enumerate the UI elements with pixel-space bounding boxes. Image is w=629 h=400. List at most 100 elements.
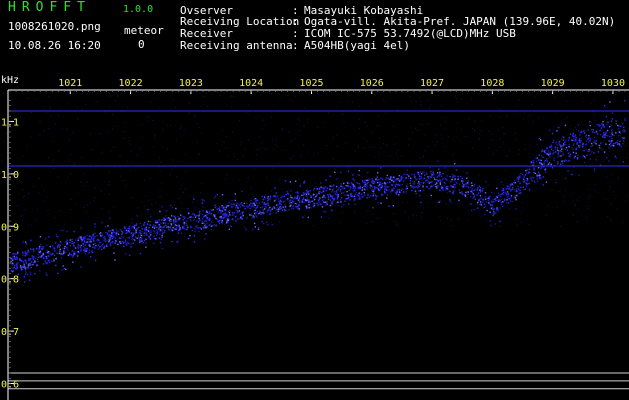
trace-point [98, 239, 100, 242]
noise-dot [92, 92, 93, 94]
trace-point [471, 191, 473, 194]
trace-point [194, 214, 196, 216]
trace-point [454, 183, 456, 186]
trace-point [193, 212, 195, 215]
trace-point [258, 212, 260, 215]
trace-point [210, 229, 213, 231]
noise-dot [194, 115, 196, 117]
trace-point [368, 196, 370, 198]
trace-point [475, 188, 477, 191]
trace-point [517, 177, 519, 179]
noise-dot [358, 105, 360, 107]
trace-point [611, 130, 613, 132]
trace-point [156, 226, 159, 228]
trace-point [293, 200, 295, 203]
trace-point [39, 243, 42, 245]
trace-point [40, 255, 43, 257]
trace-point [520, 192, 522, 194]
noise-dot [538, 117, 540, 119]
trace-point [235, 215, 237, 218]
noise-dot [396, 143, 398, 145]
trace-point [452, 186, 454, 188]
trace-point [466, 177, 468, 180]
trace-point [261, 195, 263, 198]
info-label-antenna: Receiving antenna [180, 39, 293, 52]
trace-point [266, 211, 268, 213]
trace-point [485, 180, 487, 183]
trace-point [297, 199, 299, 201]
noise-dot [562, 95, 564, 97]
trace-point [532, 177, 534, 179]
trace-point [83, 239, 85, 242]
trace-point [170, 218, 172, 221]
noise-dot [112, 128, 113, 130]
noise-dot [9, 113, 11, 115]
trace-point [49, 245, 51, 248]
noise-dot [353, 212, 355, 214]
trace-point [139, 240, 142, 242]
trace-point [568, 160, 570, 162]
trace-point [505, 193, 508, 196]
trace-point [127, 242, 130, 245]
noise-dot [615, 194, 617, 196]
trace-point [500, 193, 502, 195]
trace-point [104, 245, 106, 247]
noise-dot [161, 182, 163, 184]
trace-point [391, 179, 393, 182]
trace-point [361, 189, 363, 191]
trace-point [561, 144, 563, 147]
trace-point [552, 165, 555, 167]
trace-point [602, 120, 604, 123]
noise-dot [502, 126, 504, 128]
noise-dot [523, 143, 525, 145]
trace-point [111, 232, 113, 234]
noise-dot [84, 173, 86, 175]
noise-dot [101, 208, 103, 209]
trace-point [165, 224, 167, 227]
trace-point [339, 199, 342, 201]
noise-dot [420, 123, 421, 125]
trace-point [241, 204, 243, 206]
trace-point [564, 141, 566, 143]
trace-point [352, 178, 354, 180]
trace-point [148, 236, 150, 238]
trace-point [80, 266, 82, 268]
trace-point [280, 203, 282, 205]
trace-point [82, 238, 84, 240]
trace-point [526, 172, 528, 174]
noise-dot [478, 138, 480, 139]
trace-point [37, 254, 39, 256]
trace-point [223, 216, 226, 218]
trace-point [256, 206, 258, 208]
trace-point [165, 209, 168, 212]
noise-dot [250, 187, 252, 189]
trace-point [174, 228, 176, 230]
trace-point [350, 194, 352, 196]
trace-point [446, 187, 448, 190]
trace-point [417, 190, 419, 192]
trace-point [576, 143, 578, 145]
trace-point [72, 255, 75, 257]
trace-point [59, 244, 62, 247]
trace-point [564, 124, 567, 127]
noise-dot [262, 119, 264, 121]
trace-point [197, 227, 199, 229]
noise-dot [497, 130, 499, 132]
trace-point [458, 183, 461, 185]
trace-point [115, 240, 117, 242]
noise-dot [506, 156, 508, 157]
trace-point [490, 204, 493, 206]
trace-point [420, 182, 422, 184]
trace-point [162, 222, 165, 224]
trace-point [480, 197, 482, 199]
noise-dot [72, 132, 74, 133]
trace-point [604, 133, 607, 135]
trace-point [415, 186, 418, 188]
trace-point [375, 198, 377, 200]
trace-point [553, 157, 555, 159]
noise-dot [259, 149, 260, 151]
trace-point [561, 148, 563, 150]
trace-point [212, 209, 214, 211]
trace-point [313, 197, 315, 199]
noise-dot [201, 132, 203, 134]
